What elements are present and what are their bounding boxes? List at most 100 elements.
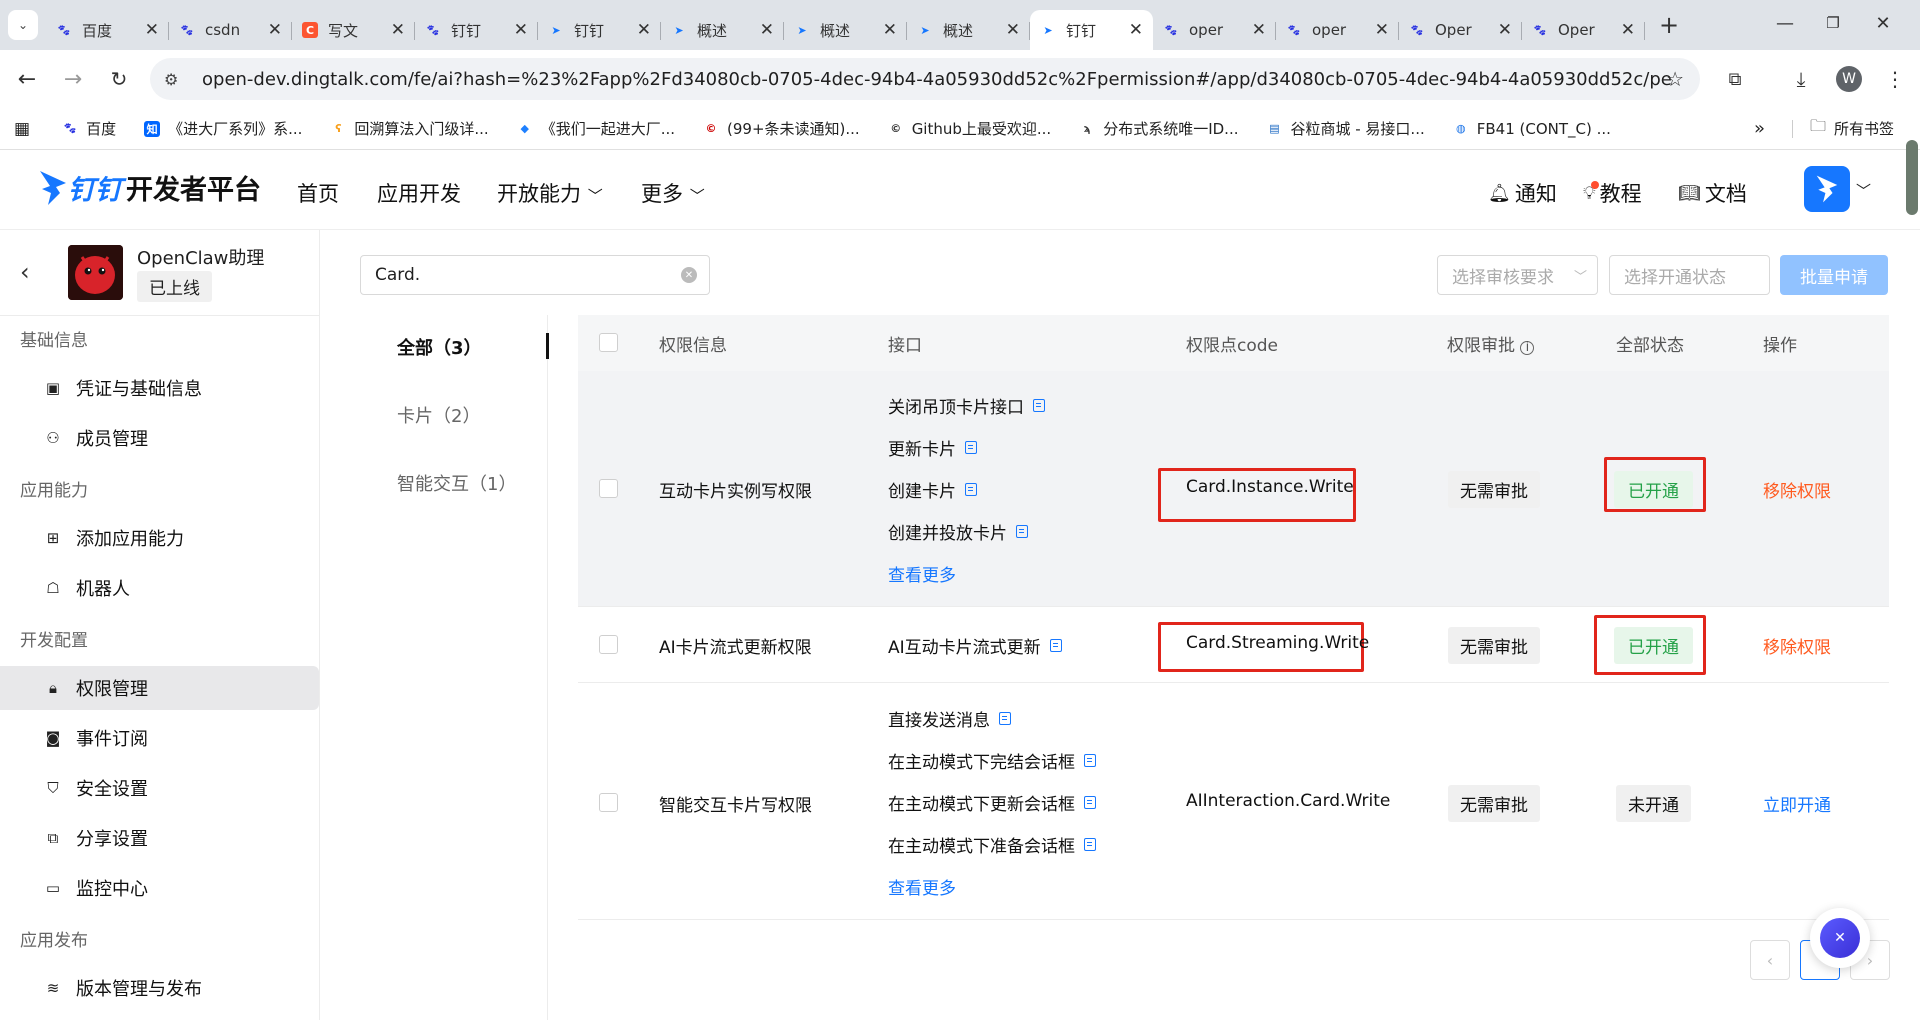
bookmark-item[interactable]: ▤ 谷粒商城 - 易接口... — [1266, 118, 1424, 139]
back-arrow-icon[interactable]: ‹ — [20, 258, 30, 286]
window-close-icon[interactable]: ✕ — [1866, 8, 1900, 38]
profile-avatar[interactable]: W — [1836, 66, 1862, 92]
enable-permission-link[interactable]: 立即开通 — [1763, 791, 1831, 816]
bookmark-item[interactable]: ʕ 回溯算法入门级详... — [330, 118, 488, 139]
tab-close-icon[interactable]: ✕ — [1621, 20, 1635, 40]
remove-permission-link[interactable]: 移除权限 — [1763, 633, 1831, 658]
sidebar-item[interactable]: 🔒︎ 权限管理 — [0, 666, 319, 710]
doc-icon[interactable] — [999, 711, 1011, 725]
doc-icon[interactable] — [1084, 837, 1096, 851]
tab-search-icon[interactable]: ⌄ — [8, 10, 38, 40]
tab-close-icon[interactable]: ✕ — [391, 20, 405, 40]
nav-app-dev[interactable]: 应用开发 — [377, 178, 461, 208]
sidebar-item[interactable]: ◙ 事件订阅 — [0, 716, 319, 760]
dingtalk-logo[interactable]: 钉钉 开发者平台 — [38, 168, 261, 207]
browser-tab[interactable]: 🐾︎ oper ✕ — [1276, 10, 1399, 50]
page-scrollbar[interactable] — [1906, 140, 1918, 215]
tab-close-icon[interactable]: ✕ — [1498, 20, 1512, 40]
site-info-icon[interactable]: ⚙ — [164, 70, 186, 89]
assistant-float-button[interactable]: ✕ — [1810, 908, 1870, 968]
avatar-chevron-icon[interactable]: ﹀ — [1856, 180, 1871, 201]
nav-home[interactable]: 首页 — [297, 178, 339, 208]
minimize-icon[interactable]: — — [1768, 8, 1802, 38]
doc-icon[interactable] — [1049, 638, 1062, 652]
doc-icon[interactable] — [1016, 524, 1028, 538]
bookmark-item[interactable]: 知《进大厂系列》系... — [144, 118, 302, 139]
doc-icon[interactable] — [1084, 753, 1096, 767]
review-filter-select[interactable]: 选择审核要求 ﹀ — [1437, 255, 1598, 295]
row-checkbox[interactable] — [599, 479, 618, 498]
browser-tab[interactable]: ➤ 钉钉 ✕ — [1030, 10, 1153, 50]
bookmarks-overflow-icon[interactable]: » — [1754, 118, 1765, 139]
all-bookmarks[interactable]: 🗀 所有书签 — [1810, 115, 1894, 142]
sidebar-item[interactable]: ⚇ 成员管理 — [0, 416, 319, 460]
sidebar-item[interactable]: ≋ 版本管理与发布 — [0, 966, 319, 1010]
permission-search-input[interactable]: Card. ✕ — [360, 255, 710, 295]
address-bar[interactable]: ⚙ open-dev.dingtalk.com/fe/ai?hash=%23%2… — [150, 58, 1700, 100]
category-card[interactable]: 卡片（2） — [360, 383, 547, 451]
bookmark-item[interactable]: © Github上最受欢迎... — [888, 118, 1051, 139]
new-tab-icon[interactable]: + — [1659, 11, 1679, 39]
tab-close-icon[interactable]: ✕ — [1129, 20, 1143, 40]
url-text[interactable]: open-dev.dingtalk.com/fe/ai?hash=%23%2Fa… — [202, 69, 1672, 90]
tab-close-icon[interactable]: ✕ — [760, 20, 774, 40]
category-ai-interaction[interactable]: 智能交互（1） — [360, 451, 547, 519]
status-filter-select[interactable]: 选择开通状态 — [1609, 255, 1770, 295]
sidebar-item[interactable]: ☖ 机器人 — [0, 566, 319, 610]
tab-close-icon[interactable]: ✕ — [637, 20, 651, 40]
bookmark-item[interactable]: ϡ 分布式系统唯一ID... — [1079, 118, 1239, 139]
bookmark-star-icon[interactable]: ☆ — [1666, 67, 1684, 91]
select-all-checkbox[interactable] — [599, 333, 618, 352]
tutorial-link[interactable]: 💡︎ 教程 — [1583, 178, 1642, 208]
chrome-menu-icon[interactable]: ⋮ — [1880, 64, 1910, 94]
view-more-link[interactable]: 查看更多 — [888, 865, 1096, 907]
row-checkbox[interactable] — [599, 635, 618, 654]
tab-close-icon[interactable]: ✕ — [514, 20, 528, 40]
nav-open-capabilities[interactable]: 开放能力 ﹀ — [497, 178, 603, 208]
bookmark-item[interactable]: ◍ FB41 (CONT_C) ... — [1453, 120, 1611, 138]
bookmark-item[interactable]: © (99+条未读通知)... — [703, 118, 860, 139]
user-avatar[interactable] — [1804, 166, 1850, 212]
view-more-link[interactable]: 查看更多 — [888, 552, 1045, 594]
bookmark-item[interactable]: ◆ 《我们一起进大厂... — [517, 118, 675, 139]
tab-close-icon[interactable]: ✕ — [1375, 20, 1389, 40]
sidebar-item[interactable]: ▭ 监控中心 — [0, 866, 319, 910]
browser-tab[interactable]: 🐾︎ 钉钉 ✕ — [415, 10, 538, 50]
prev-page-icon[interactable]: ‹ — [1750, 940, 1790, 980]
browser-tab[interactable]: ➤ 概述 ✕ — [907, 10, 1030, 50]
browser-tab[interactable]: ➤ 钉钉 ✕ — [538, 10, 661, 50]
sidebar-item[interactable]: ⛉ 安全设置 — [0, 766, 319, 810]
doc-icon[interactable] — [965, 440, 977, 454]
forward-icon[interactable]: → — [58, 64, 88, 94]
sidebar-item[interactable]: ▣ 凭证与基础信息 — [0, 366, 319, 410]
browser-tab[interactable]: 🐾︎ oper ✕ — [1153, 10, 1276, 50]
info-icon[interactable]: i — [1520, 340, 1535, 355]
apps-grid-icon[interactable]: ▦ — [14, 119, 30, 139]
tab-close-icon[interactable]: ✕ — [268, 20, 282, 40]
download-icon[interactable]: ⤓ — [1786, 64, 1816, 94]
browser-tab[interactable]: ➤ 概述 ✕ — [661, 10, 784, 50]
doc-icon[interactable] — [1033, 398, 1045, 412]
category-all[interactable]: 全部（3） — [360, 315, 547, 383]
batch-apply-button[interactable]: 批量申请 — [1780, 255, 1888, 295]
remove-permission-link[interactable]: 移除权限 — [1763, 477, 1831, 502]
browser-tab[interactable]: ➤ 概述 ✕ — [784, 10, 907, 50]
sidebar-item[interactable]: ⊞ 添加应用能力 — [0, 516, 319, 560]
doc-icon[interactable] — [965, 482, 977, 496]
browser-tab[interactable]: C 写文 ✕ — [292, 10, 415, 50]
bookmark-item[interactable]: 🐾︎ 百度 — [62, 118, 116, 139]
docs-link[interactable]: 📖︎ 文档 — [1678, 178, 1747, 208]
tab-close-icon[interactable]: ✕ — [1252, 20, 1266, 40]
tab-close-icon[interactable]: ✕ — [883, 20, 897, 40]
browser-tab[interactable]: 🐾︎ Oper ✕ — [1399, 10, 1522, 50]
sidebar-item[interactable]: ⧉ 分享设置 — [0, 816, 319, 860]
row-checkbox[interactable] — [599, 793, 618, 812]
nav-more[interactable]: 更多 ﹀ — [641, 178, 705, 208]
browser-tab[interactable]: 🐾︎ Oper ✕ — [1522, 10, 1645, 50]
browser-tab[interactable]: 🐾︎ 百度 ✕ — [46, 10, 169, 50]
clear-search-icon[interactable]: ✕ — [681, 267, 697, 283]
back-icon[interactable]: ← — [12, 64, 42, 94]
browser-tab[interactable]: 🐾︎ csdn ✕ — [169, 10, 292, 50]
tab-close-icon[interactable]: ✕ — [1006, 20, 1020, 40]
reload-icon[interactable]: ↻ — [104, 64, 134, 94]
